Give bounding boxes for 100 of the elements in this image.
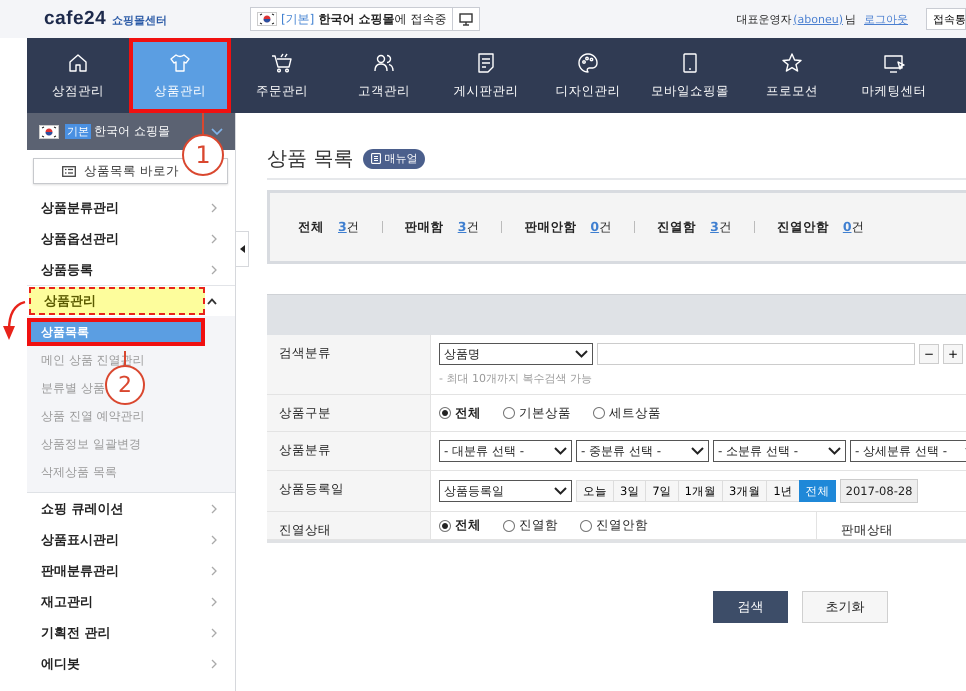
nav-tab[interactable]: 주문관리 [231,38,333,113]
form-label: 상품분류 [267,432,431,470]
nav-tab[interactable]: 고객관리 [333,38,435,113]
sidebar-item[interactable]: 상품옵션관리 [41,230,119,248]
shop-selector[interactable]: [기본] 한국어 쇼핑몰에 접속중 [250,7,480,31]
sidebar-item[interactable]: 상품표시관리 [41,530,119,548]
flag-icon [39,124,59,138]
sidebar-item[interactable]: 상품분류관리 [41,198,119,216]
small-button[interactable]: − [919,344,939,364]
nav-tab[interactable]: 마케팅센터 [843,38,945,113]
form-label: 상품구분 [267,395,431,431]
sidebar-item[interactable]: 에디봇 [41,654,80,672]
sidebar-item[interactable]: 재고관리 [41,592,93,610]
connect-button[interactable]: 접속통 [926,8,966,30]
radio-option[interactable]: 세트상품 [593,404,661,422]
chevron-down-icon [554,487,567,495]
radio-option[interactable]: 진열안함 [580,517,648,534]
period-button[interactable]: 1년 [766,480,799,502]
radio-option[interactable]: 전체 [439,517,481,534]
dropdown[interactable]: - 대분류 선택 - [439,440,572,462]
cart-icon [270,51,294,75]
chevron-down-icon [828,447,841,455]
stat-count-link[interactable]: 3 [338,218,347,234]
manual-button[interactable]: 매뉴얼 [363,148,426,168]
logout-link[interactable]: 로그아웃 [864,12,908,26]
period-button[interactable]: 1개월 [678,480,722,502]
shop-name: 한국어 쇼핑몰 [318,10,395,28]
chevron-right-icon [211,566,217,576]
dropdown[interactable]: 상품등록일 [439,480,572,502]
chevron-right-icon [211,628,217,638]
stat-unit: 건 [346,218,360,234]
chevron-right-icon [211,596,217,606]
shop-name: 한국어 쇼핑몰 [94,123,170,140]
date-field[interactable]: 2017-08-28 [840,479,918,503]
nav-tab[interactable]: 상점관리 [27,38,129,113]
nav-tab[interactable]: 게시판관리 [435,38,537,113]
document-icon [371,153,382,164]
form-label: 판매상태 [816,512,966,539]
collapse-handle[interactable] [236,231,249,267]
stat-label: 진열함 [657,218,696,236]
chevron-right-icon [211,534,217,544]
chevron-right-icon [211,504,217,514]
radio-option[interactable]: 진열함 [503,517,558,534]
palette-icon [576,51,600,75]
user-suffix: 님 [845,12,856,26]
chevron-down-icon [554,447,567,455]
stat-label: 진열안함 [776,218,829,236]
stat-unit: 건 [599,218,612,234]
stat-label: 판매함 [404,218,444,236]
chevron-down-icon [691,447,704,455]
form-label: 상품등록일 [267,471,431,511]
logo: cafe24 [44,8,106,30]
sidebar-item[interactable]: 기획전 관리 [41,624,111,642]
radio-option[interactable]: 기본상품 [503,404,571,422]
search-button[interactable]: 검색 [713,591,788,623]
dropdown[interactable]: - 상세분류 선택 - [850,440,966,462]
search-field[interactable] [597,343,915,365]
hint-text: - 최대 10개까지 복수검색 가능 [439,371,593,386]
period-button[interactable]: 3개월 [722,480,766,502]
shop-status: 에 접속중 [394,10,446,28]
period-button[interactable]: 전체 [798,480,836,502]
shop-tag: [기본] [281,10,314,28]
triangle-left-icon [240,245,244,253]
period-button[interactable]: 3일 [613,480,646,502]
stat-label: 판매안함 [524,218,576,236]
user-role: 대표운영자 [736,12,792,26]
form-label: 검색분류 [267,335,431,394]
logo-subtitle: 쇼핑몰센터 [112,13,168,28]
stat-count-link[interactable]: 3 [710,218,719,234]
chevron-right-icon [211,264,217,274]
stat-unit: 건 [852,218,865,234]
nav-tab[interactable]: 디자인관리 [537,38,639,113]
sidebar-item[interactable]: 상품관리 [29,287,205,315]
period-button[interactable]: 오늘 [576,480,613,502]
period-button[interactable]: 7일 [645,480,678,502]
chevron-right-icon [211,234,217,244]
dropdown[interactable]: - 소분류 선택 - [713,440,846,462]
small-button[interactable]: + [943,344,963,364]
chevron-down-icon [575,350,588,358]
chevron-right-icon [211,202,217,212]
dropdown[interactable]: 상품명 [439,343,593,365]
stat-label: 전체 [298,218,324,236]
nav-tab[interactable]: 모바일쇼핑몰 [639,38,741,113]
stat-unit: 건 [466,218,480,234]
radio-option[interactable]: 전체 [439,404,481,422]
reset-button[interactable]: 초기화 [802,591,888,623]
user-id-link[interactable]: (aboneu) [793,12,843,26]
page-title: 상품 목록 [267,145,354,172]
sidebar-item[interactable]: 상품등록 [41,260,93,278]
stat-count-link[interactable]: 0 [842,218,852,234]
sidebar-item[interactable]: 판매분류관리 [41,562,119,580]
nav-tab[interactable]: 프로모션 [741,38,843,113]
leader-line [202,113,204,134]
dropdown[interactable]: - 중분류 선택 - [576,440,709,462]
sidebar-item[interactable]: 쇼핑 큐레이션 [41,500,124,518]
chevron-right-icon [211,658,217,668]
stat-count-link[interactable]: 0 [590,218,600,234]
stat-count-link[interactable]: 3 [458,218,466,234]
list-icon [62,166,76,176]
monitor-icon [459,12,474,26]
